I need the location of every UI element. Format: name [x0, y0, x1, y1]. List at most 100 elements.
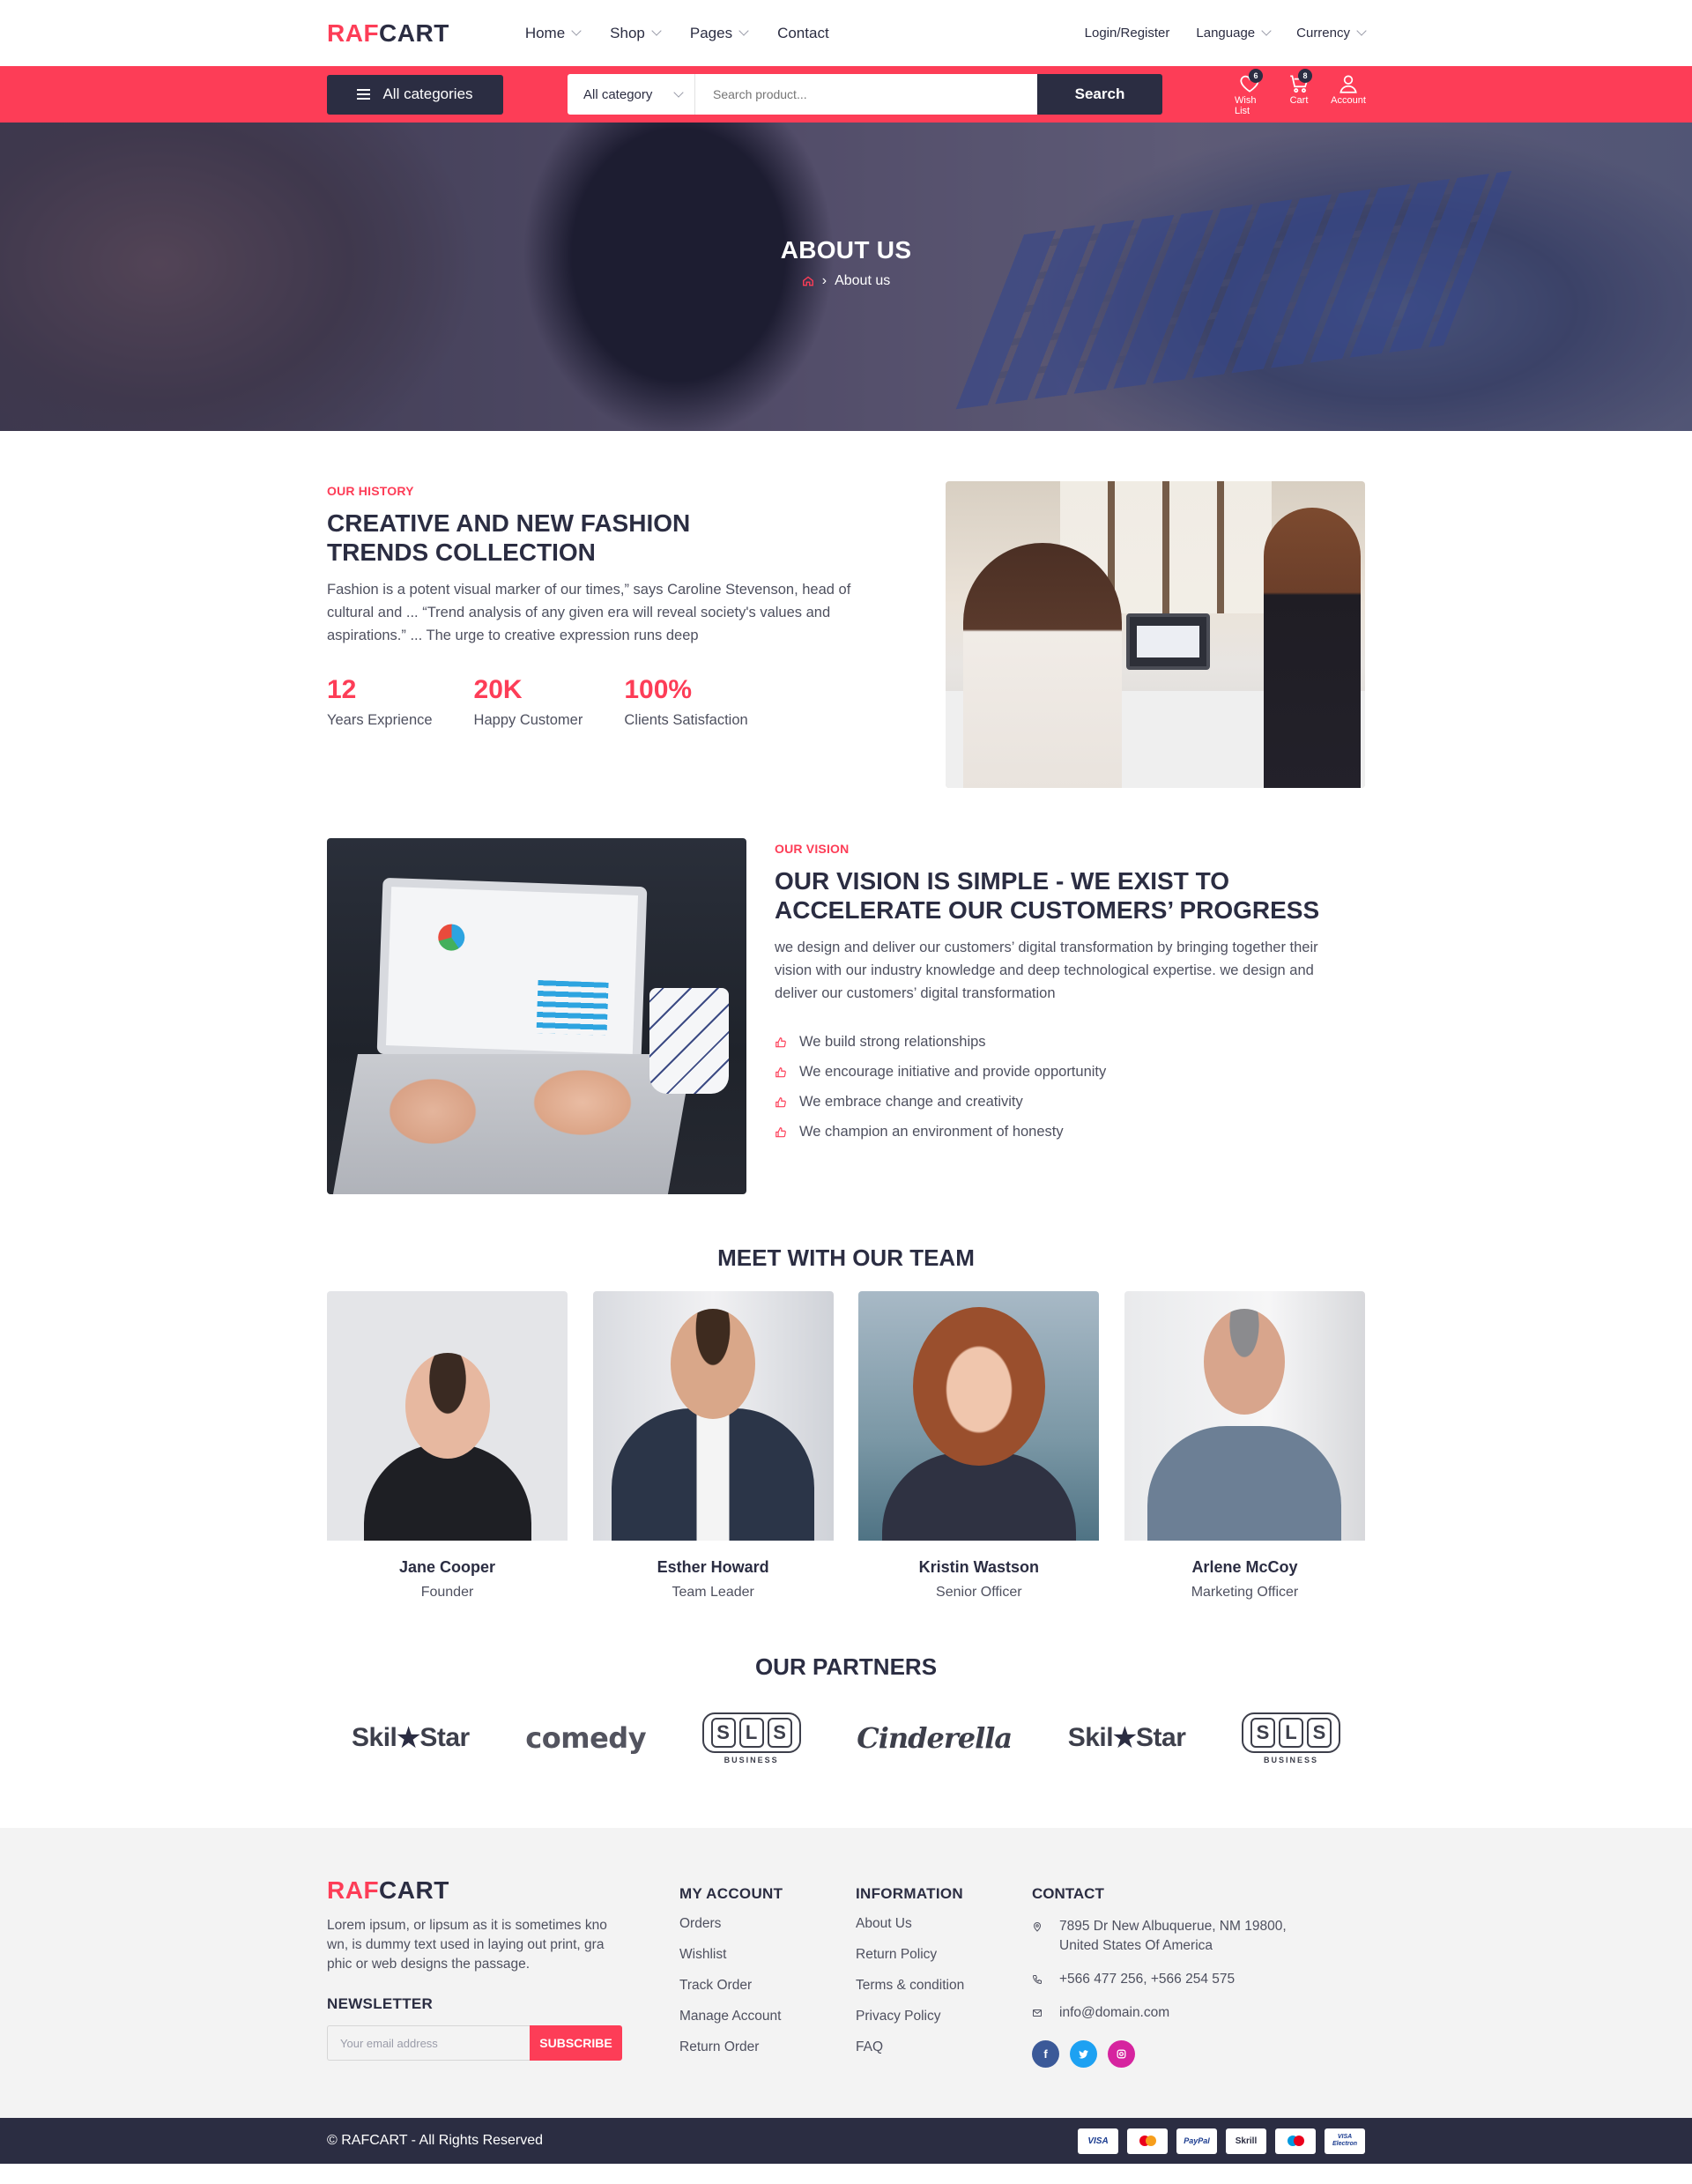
team-member-card[interactable]: Arlene McCoy Marketing Officer: [1124, 1291, 1365, 1601]
history-image: [946, 481, 1365, 788]
footer-links: About Us Return Policy Terms & condition…: [856, 1916, 1032, 2055]
instagram-icon[interactable]: [1108, 2040, 1135, 2068]
footer-link-track-order[interactable]: Track Order: [679, 1978, 856, 1994]
partner-logo-sls[interactable]: S L S BUSINESS: [701, 1712, 801, 1764]
partner-logo-skillstar[interactable]: Skil ★ Star: [1068, 1720, 1186, 1756]
all-categories-button[interactable]: All categories: [327, 74, 503, 115]
newsletter-placeholder: Your email address: [340, 2036, 438, 2050]
chevron-down-icon: [571, 26, 582, 36]
member-role: Senior Officer: [936, 1585, 1022, 1600]
thumbs-up-icon: [776, 1066, 786, 1077]
logo-subtext: BUSINESS: [1263, 1755, 1318, 1764]
footer-link-orders[interactable]: Orders: [679, 1916, 856, 1932]
stat-item: 12 Years Exprience: [327, 675, 433, 729]
nav-home[interactable]: Home: [524, 24, 582, 42]
member-name: Kristin Wastson: [918, 1558, 1039, 1576]
nav-home-label: Home: [524, 24, 566, 41]
instagram-glyph-icon: [1117, 2049, 1126, 2059]
page-banner: ABOUT US › About us: [0, 123, 1692, 431]
cart-button[interactable]: 8 Cart: [1284, 69, 1314, 116]
point-text: We encourage initiative and provide oppo…: [799, 1064, 1107, 1080]
breadcrumb-current: About us: [835, 273, 891, 288]
footer-link-wishlist[interactable]: Wishlist: [679, 1947, 856, 1963]
hamburger-icon: [357, 89, 371, 100]
bar-chart-shape: [536, 980, 609, 1036]
member-role: Marketing Officer: [1191, 1585, 1299, 1600]
list-item: We champion an environment of honesty: [775, 1124, 1347, 1140]
facebook-icon[interactable]: f: [1032, 2040, 1059, 2068]
site-logo[interactable]: RAFCART: [327, 19, 449, 48]
footer-description: Lorem ipsum, or lipsum as it is sometime…: [327, 1918, 607, 1972]
member-photo: [858, 1291, 1100, 1541]
logo-text: S: [1306, 1717, 1332, 1748]
banner-content: ABOUT US › About us: [0, 123, 1692, 431]
newsletter-title: NEWSLETTER: [327, 1995, 434, 2012]
team-member-card[interactable]: Jane Cooper Founder: [327, 1291, 568, 1601]
email-text[interactable]: info@domain.com: [1059, 2003, 1169, 2023]
pie-chart-shape: [437, 924, 465, 952]
team-member-card[interactable]: Esther Howard Team Leader: [592, 1291, 834, 1601]
thumbs-up-icon: [776, 1096, 786, 1107]
logo-text: Star: [419, 1723, 470, 1752]
phone-text: +566 477 256, +566 254 575: [1059, 1972, 1236, 1987]
footer-link-manage-account[interactable]: Manage Account: [679, 2009, 856, 2024]
member-role: Team Leader: [672, 1585, 754, 1600]
footer-contact: CONTACT 7895 Dr New Albuquerue, NM 19800…: [1032, 1876, 1315, 2070]
home-icon[interactable]: [802, 275, 814, 287]
newsletter-email-input[interactable]: Your email address: [327, 2025, 530, 2061]
footer-link-return-order[interactable]: Return Order: [679, 2039, 856, 2055]
team-member-card[interactable]: Kristin Wastson Senior Officer: [858, 1291, 1100, 1601]
cart-count-badge: 8: [1298, 69, 1312, 83]
stats-row: 12 Years Exprience 20K Happy Customer 100%…: [327, 675, 891, 729]
footer-link-terms[interactable]: Terms & condition: [856, 1978, 1032, 1994]
currency-dropdown[interactable]: Currency: [1296, 26, 1367, 41]
payment-methods: VISA PayPal Skrill VISA Electron: [1078, 2128, 1365, 2154]
logo-red-part: RAF: [327, 19, 380, 47]
category-select[interactable]: All category: [568, 74, 695, 115]
search-button[interactable]: Search: [1037, 74, 1162, 115]
logo-text: Skil: [1067, 1723, 1114, 1752]
partner-logo-cinderella[interactable]: Cinderella: [857, 1721, 1013, 1755]
nav-pages[interactable]: Pages: [690, 25, 749, 42]
footer-link-about-us[interactable]: About Us: [856, 1916, 1032, 1932]
nav-contact[interactable]: Contact: [777, 25, 829, 42]
vision-title: OUR VISION IS SIMPLE - WE EXIST TO ACCELE…: [775, 866, 1347, 925]
footer-link-faq[interactable]: FAQ: [856, 2039, 1032, 2055]
subscribe-button[interactable]: SUBSCRIBE: [530, 2025, 622, 2061]
vision-eyebrow: OUR VISION: [775, 842, 850, 856]
point-text: We build strong relationships: [799, 1034, 986, 1050]
account-button[interactable]: Account: [1331, 72, 1366, 116]
login-register-link[interactable]: Login/Register: [1085, 26, 1170, 41]
footer-logo[interactable]: RAFCART: [327, 1876, 679, 1905]
member-photo: [1124, 1291, 1365, 1541]
chevron-down-icon: [651, 26, 662, 36]
partner-logo-skillstar[interactable]: Skil ★ Star: [352, 1720, 470, 1756]
stat-label: Happy Customer: [473, 712, 583, 728]
footer-column-title: CONTACT: [1032, 1885, 1104, 1902]
stat-label: Years Exprience: [327, 712, 433, 728]
nav-shop[interactable]: Shop: [610, 25, 662, 42]
partner-logo-comedy[interactable]: comedy: [525, 1721, 646, 1755]
history-title: CREATIVE AND NEW FASHION TRENDS COLLECTIO…: [327, 509, 891, 567]
partner-logo-sls[interactable]: S L S BUSINESS: [1241, 1712, 1340, 1764]
wishlist-button[interactable]: 6 Wish List: [1235, 69, 1265, 116]
search-input[interactable]: [695, 74, 1037, 115]
contact-email: info@domain.com: [1032, 2003, 1315, 2023]
member-photo: [592, 1291, 834, 1541]
logo-text: L: [738, 1717, 764, 1748]
point-text: We champion an environment of honesty: [799, 1124, 1064, 1140]
language-dropdown[interactable]: Language: [1196, 26, 1272, 41]
laptop-shape: [1126, 613, 1210, 670]
site-footer: RAFCART Lorem ipsum, or lipsum as it is …: [0, 1828, 1692, 2118]
search-form: All category Search: [568, 74, 1162, 115]
location-pin-icon: [1033, 1922, 1042, 1932]
visa-icon: VISA: [1078, 2128, 1118, 2154]
team-grid: Jane Cooper Founder Esther Howard Team L…: [327, 1291, 1365, 1601]
footer-link-return-policy[interactable]: Return Policy: [856, 1947, 1032, 1963]
newsletter-form: Your email address SUBSCRIBE: [327, 2025, 679, 2061]
twitter-icon[interactable]: [1070, 2040, 1097, 2068]
footer-link-privacy-policy[interactable]: Privacy Policy: [856, 2009, 1032, 2024]
vision-paragraph: we design and deliver our customers’ dig…: [775, 940, 1318, 1001]
logo-text: S: [710, 1717, 736, 1748]
vision-text: OUR VISION OUR VISION IS SIMPLE - WE EXI…: [775, 838, 1347, 1194]
